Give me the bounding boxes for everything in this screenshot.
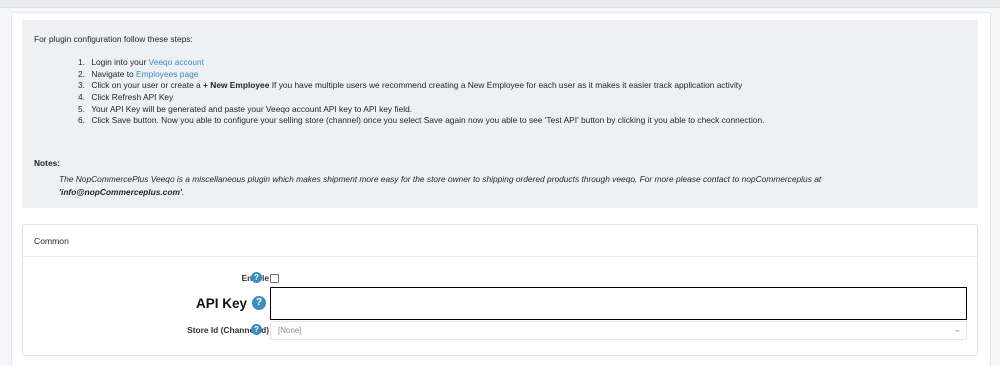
notes-title: Notes: (34, 158, 61, 168)
instructions-steps: 1. Login into your Veeqo account 2. Navi… (78, 57, 764, 127)
top-strip (0, 0, 1000, 8)
instructions-box: For plugin configuration follow these st… (22, 20, 978, 208)
step-item: 3. Click on your user or create a + New … (78, 80, 743, 91)
step-item: 1. Login into your Veeqo account (78, 57, 205, 67)
question-circle-icon[interactable]: ? (251, 324, 262, 335)
store-id-selected-value: [None] (278, 326, 302, 335)
api-key-input[interactable] (270, 287, 967, 320)
chevron-down-icon: ⌄ (953, 324, 961, 334)
support-email: 'info@nopCommerceplus.com' (59, 187, 182, 197)
question-circle-icon[interactable]: ? (252, 296, 266, 310)
api-key-label: API Key (195, 296, 247, 311)
new-employee-text: + New Employee (203, 80, 270, 91)
store-id-select[interactable]: [None] ⌄ (270, 321, 967, 340)
step-item: 5. Your API Key will be generated and pa… (78, 103, 413, 114)
instructions-intro: For plugin configuration follow these st… (34, 34, 193, 44)
step-item: 6. Click Save button. Now you able to co… (78, 115, 765, 126)
employees-page-link[interactable]: Employees page (136, 69, 198, 79)
common-settings-card: Common Enable ? API Key ? Store Id (Chan… (22, 224, 978, 356)
step-item: 4. Click Refresh API Key (78, 92, 174, 103)
step-item: 2. Navigate to Employees page (78, 68, 199, 79)
notes-text: The NopCommercePlus Veeqo is a miscellan… (59, 174, 822, 197)
enable-checkbox[interactable] (270, 274, 279, 283)
common-card-header[interactable]: Common (23, 225, 977, 257)
question-circle-icon[interactable]: ? (251, 272, 262, 283)
veeqo-account-link[interactable]: Veeqo account (149, 57, 204, 67)
